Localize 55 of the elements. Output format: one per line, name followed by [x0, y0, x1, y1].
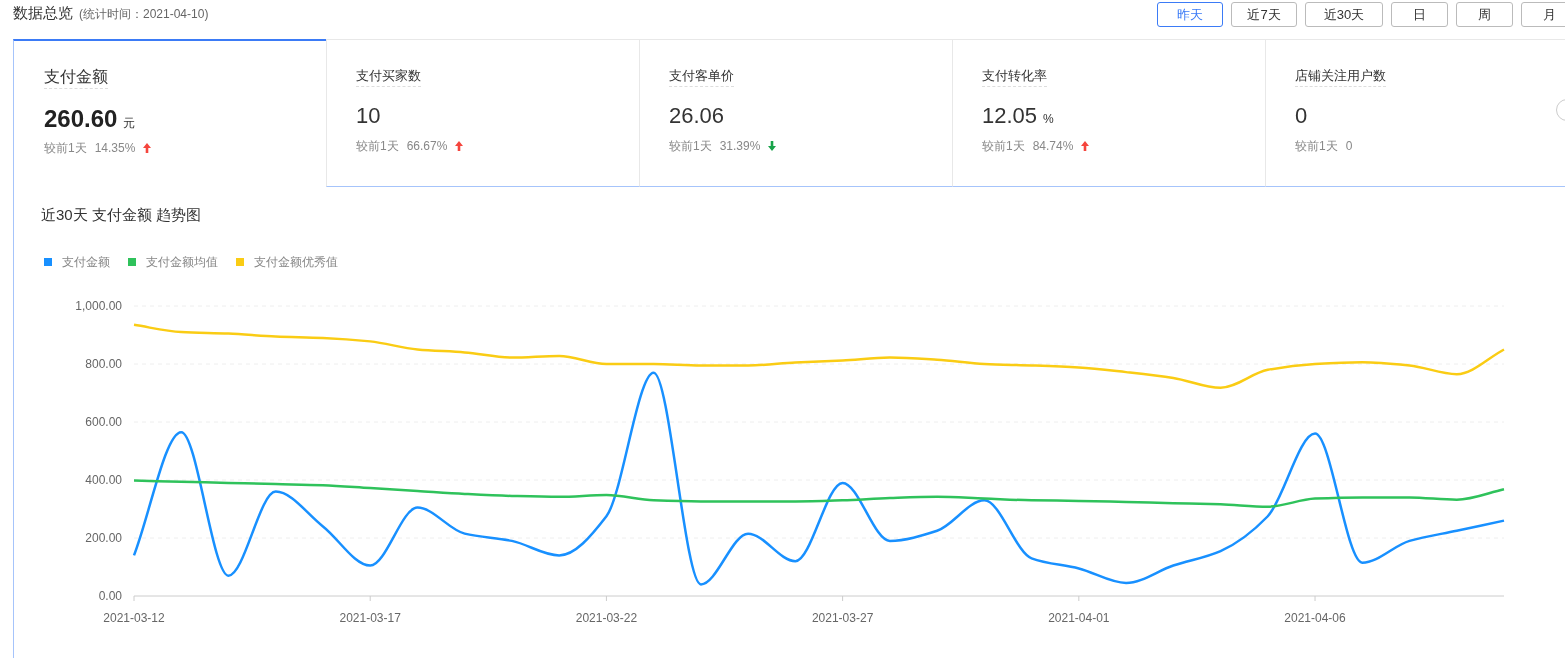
- legend-label[interactable]: 支付金额均值: [146, 253, 218, 271]
- change-value: 31.39%: [719, 138, 761, 155]
- x-axis-label: 2021-03-27: [811, 611, 874, 625]
- compare-label: 较前1天: [669, 138, 712, 155]
- x-axis-label: 2021-04-01: [1048, 611, 1110, 625]
- stat-time: (统计时间：2021-04-10): [79, 6, 209, 24]
- range-button[interactable]: 近7天: [1231, 2, 1297, 27]
- range-button[interactable]: 周: [1456, 2, 1513, 27]
- change-value: 84.74%: [1032, 138, 1074, 155]
- y-axis-label: 0.00: [98, 589, 122, 603]
- metric-unit: %: [1043, 111, 1054, 128]
- compare-label: 较前1天: [982, 138, 1025, 155]
- change-value: 66.67%: [406, 138, 448, 155]
- metric-title: 支付金额: [44, 66, 108, 89]
- up-arrow-icon: [1081, 141, 1090, 151]
- y-axis-label: 400.00: [85, 473, 122, 487]
- metric-value: 0: [1295, 102, 1308, 130]
- metric-card[interactable]: 支付客单价 26.06 较前1天 31.39%: [639, 39, 952, 187]
- compare-label: 较前1天: [44, 140, 87, 157]
- range-button[interactable]: 月: [1521, 2, 1565, 27]
- metric-value: 10: [356, 102, 381, 130]
- metric-card[interactable]: 支付金额 260.60 元 较前1天 14.35%: [13, 39, 326, 187]
- metric-value: 260.60: [44, 104, 118, 134]
- metric-title: 支付转化率: [982, 66, 1047, 87]
- x-axis-label: 2021-03-17: [339, 611, 401, 625]
- legend-label[interactable]: 支付金额: [62, 253, 110, 271]
- y-axis-label: 1,000.00: [75, 299, 122, 313]
- legend-label[interactable]: 支付金额优秀值: [254, 253, 338, 271]
- x-axis-label: 2021-03-22: [575, 611, 638, 625]
- metric-value: 12.05: [982, 102, 1038, 130]
- chart-title: 近30天 支付金额 趋势图: [41, 206, 202, 223]
- change-value: 0: [1345, 138, 1353, 155]
- metric-card[interactable]: 支付买家数 10 较前1天 66.67%: [326, 39, 639, 187]
- metric-card[interactable]: 支付转化率 12.05 % 较前1天 84.74%: [952, 39, 1265, 187]
- compare-label: 较前1天: [1295, 138, 1338, 155]
- metric-card[interactable]: 店铺关注用户数 0 较前1天 0: [1265, 39, 1565, 187]
- metric-unit: 元: [123, 115, 136, 132]
- metric-title: 店铺关注用户数: [1295, 66, 1386, 87]
- y-axis-label: 600.00: [85, 415, 122, 429]
- change-value: 14.35%: [94, 140, 136, 157]
- down-arrow-icon: [768, 141, 777, 151]
- page-title: 数据总览: [13, 3, 73, 24]
- compare-label: 较前1天: [356, 138, 399, 155]
- x-axis-label: 2021-03-12: [103, 611, 165, 625]
- range-button[interactable]: 近30天: [1305, 2, 1383, 27]
- metric-value: 26.06: [669, 102, 725, 130]
- up-arrow-icon: [455, 141, 464, 151]
- range-button[interactable]: 日: [1391, 2, 1448, 27]
- x-axis-label: 2021-04-06: [1284, 611, 1346, 625]
- range-button[interactable]: 昨天: [1157, 2, 1223, 27]
- up-arrow-icon: [143, 143, 152, 153]
- y-axis-label: 200.00: [85, 531, 122, 545]
- y-axis-label: 800.00: [85, 357, 122, 371]
- metric-title: 支付客单价: [669, 66, 734, 87]
- metric-title: 支付买家数: [356, 66, 421, 87]
